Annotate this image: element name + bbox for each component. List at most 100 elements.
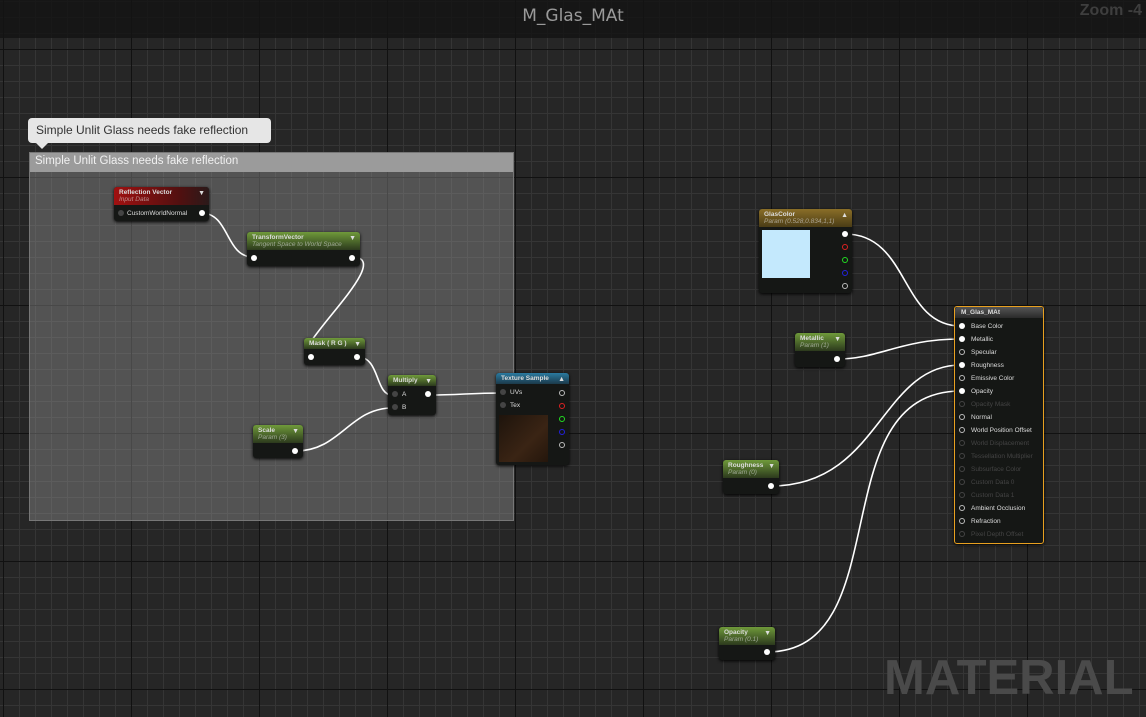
output-pin-a[interactable]: [842, 283, 848, 289]
wire-scale-multiply: [295, 407, 393, 452]
input-pin[interactable]: [959, 518, 965, 524]
output-pin-g[interactable]: [842, 257, 848, 263]
color-swatch[interactable]: [762, 230, 810, 278]
node-glascolor[interactable]: GlasColor Param (0.528,0.834,1,1) ▲: [759, 209, 852, 293]
result-input-row[interactable]: Base Color: [955, 320, 1043, 333]
input-label: Ambient Occlusion: [971, 505, 1026, 512]
output-pin-g[interactable]: [559, 416, 565, 422]
wire-multiply-texture: [427, 392, 503, 396]
wire-opacity: [766, 390, 962, 653]
wire-roughness: [770, 364, 962, 487]
output-pin[interactable]: [764, 649, 770, 655]
input-pin[interactable]: [959, 466, 965, 472]
node-metallic[interactable]: Metallic Param (1) ▼: [795, 333, 845, 367]
result-input-row[interactable]: Custom Data 1: [955, 489, 1043, 502]
node-subtitle: Param (3): [258, 434, 287, 441]
node-mask-rg[interactable]: Mask ( R G ) ▼: [304, 338, 365, 365]
result-input-row[interactable]: World Position Offset: [955, 424, 1043, 437]
input-pin[interactable]: [959, 336, 965, 342]
input-pin[interactable]: [959, 401, 965, 407]
output-pin[interactable]: [425, 391, 431, 397]
collapse-arrow-icon[interactable]: ▲: [841, 212, 848, 219]
result-input-row[interactable]: Tessellation Multiplier: [955, 450, 1043, 463]
output-pin-r[interactable]: [559, 403, 565, 409]
result-input-row[interactable]: Metallic: [955, 333, 1043, 346]
input-label: Specular: [971, 349, 997, 356]
node-reflection-vector[interactable]: Reflection Vector Input Data ▼ CustomWorld…: [114, 187, 209, 221]
output-pin[interactable]: [354, 354, 360, 360]
collapse-arrow-icon[interactable]: ▲: [558, 376, 565, 383]
input-pin[interactable]: [959, 388, 965, 394]
node-texture-sample[interactable]: Texture Sample ▲ UVs Tex: [496, 373, 569, 465]
output-pin[interactable]: [349, 255, 355, 261]
result-input-row[interactable]: Specular: [955, 346, 1043, 359]
input-pin[interactable]: [118, 210, 124, 216]
input-pin[interactable]: [959, 492, 965, 498]
result-input-row[interactable]: Normal: [955, 411, 1043, 424]
output-pin[interactable]: [768, 483, 774, 489]
output-pin-rgb[interactable]: [559, 390, 565, 396]
node-scale[interactable]: Scale Param (3) ▼: [253, 425, 303, 458]
output-pin-a[interactable]: [559, 442, 565, 448]
result-input-row[interactable]: World Displacement: [955, 437, 1043, 450]
input-pin[interactable]: [959, 323, 965, 329]
input-pin[interactable]: [959, 414, 965, 420]
result-input-row[interactable]: Roughness: [955, 359, 1043, 372]
result-input-row[interactable]: Pixel Depth Offset: [955, 528, 1043, 541]
node-transform-vector[interactable]: TransformVector Tangent Space to World Sp…: [247, 232, 360, 266]
result-input-row[interactable]: Opacity Mask: [955, 398, 1043, 411]
node-material-result[interactable]: M_Glas_MAt Base Color Metallic Specular Rou…: [954, 306, 1044, 544]
input-pin-uvs[interactable]: [500, 389, 506, 395]
input-pin[interactable]: [959, 427, 965, 433]
collapse-arrow-icon[interactable]: ▼: [198, 190, 205, 197]
node-title: Texture Sample: [501, 375, 549, 382]
input-pin[interactable]: [959, 531, 965, 537]
input-label: Normal: [971, 414, 992, 421]
collapse-arrow-icon[interactable]: ▼: [764, 630, 771, 637]
node-subtitle: Param (0.1): [724, 636, 759, 643]
pin-label: UVs: [510, 389, 523, 396]
collapse-arrow-icon[interactable]: ▼: [768, 463, 775, 470]
input-pin[interactable]: [959, 375, 965, 381]
input-label: Refraction: [971, 518, 1001, 525]
collapse-arrow-icon[interactable]: ▼: [834, 336, 841, 343]
collapse-arrow-icon[interactable]: ▼: [292, 428, 299, 435]
output-pin-b[interactable]: [842, 270, 848, 276]
output-pin[interactable]: [199, 210, 205, 216]
input-pin[interactable]: [959, 479, 965, 485]
input-pin[interactable]: [959, 505, 965, 511]
input-pin[interactable]: [959, 440, 965, 446]
result-input-row[interactable]: Custom Data 0: [955, 476, 1043, 489]
node-title: Multiply: [393, 377, 418, 384]
output-pin-rgb[interactable]: [842, 231, 848, 237]
collapse-arrow-icon[interactable]: ▼: [349, 235, 356, 242]
node-multiply[interactable]: Multiply ▼ A B: [388, 375, 436, 415]
result-input-row[interactable]: Subsurface Color: [955, 463, 1043, 476]
node-roughness[interactable]: Roughness Param (0) ▼: [723, 460, 779, 494]
result-input-row[interactable]: Opacity: [955, 385, 1043, 398]
input-pin-tex[interactable]: [500, 402, 506, 408]
result-input-row[interactable]: Ambient Occlusion: [955, 502, 1043, 515]
input-label: Opacity: [971, 388, 994, 395]
wire-metallic: [836, 338, 962, 360]
input-pin[interactable]: [251, 255, 257, 261]
input-pin[interactable]: [959, 453, 965, 459]
input-label: Custom Data 0: [971, 479, 1015, 486]
input-pin[interactable]: [308, 354, 314, 360]
input-pin[interactable]: [959, 349, 965, 355]
result-input-row[interactable]: Emissive Color: [955, 372, 1043, 385]
output-pin-r[interactable]: [842, 244, 848, 250]
output-pin-b[interactable]: [559, 429, 565, 435]
collapse-arrow-icon[interactable]: ▼: [425, 378, 432, 385]
collapse-arrow-icon[interactable]: ▼: [354, 341, 361, 348]
pin-label: B: [402, 404, 407, 411]
input-pin-b[interactable]: [392, 404, 398, 410]
output-pin[interactable]: [834, 356, 840, 362]
input-pin[interactable]: [959, 362, 965, 368]
input-label: World Displacement: [971, 440, 1030, 447]
node-opacity[interactable]: Opacity Param (0.1) ▼: [719, 627, 775, 660]
output-pin[interactable]: [292, 448, 298, 454]
input-pin-a[interactable]: [392, 391, 398, 397]
pin-label: Tex: [510, 402, 521, 409]
result-input-row[interactable]: Refraction: [955, 515, 1043, 528]
